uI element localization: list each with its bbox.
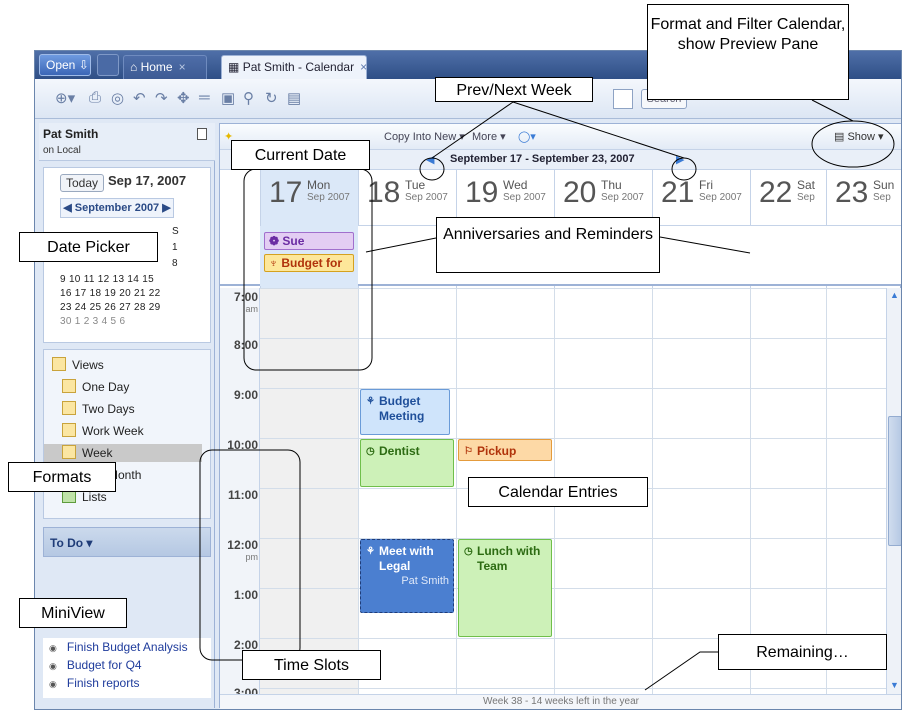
callout-calendar-entries: Calendar Entries xyxy=(468,477,648,507)
time-slots-outline xyxy=(199,449,301,661)
callout-line xyxy=(644,651,718,691)
callout-lines xyxy=(199,99,895,691)
callout-remaining: Remaining… xyxy=(718,634,887,670)
current-date-outline xyxy=(243,168,373,371)
callout-anniversaries: Anniversaries and Reminders xyxy=(436,217,660,273)
callout-prev-next: Prev/Next Week xyxy=(435,77,593,102)
show-circle xyxy=(811,120,895,168)
callout-line xyxy=(512,101,685,159)
next-week-circle xyxy=(671,157,697,181)
callout-miniview: MiniView xyxy=(19,598,127,628)
callout-line xyxy=(811,99,854,122)
callout-line xyxy=(365,237,437,253)
callout-format-filter: Format and Filter Calendar, show Preview… xyxy=(647,4,849,100)
prev-week-circle xyxy=(419,157,445,181)
callout-line xyxy=(431,101,514,159)
callout-current-date: Current Date xyxy=(231,140,370,170)
callout-line xyxy=(659,236,751,254)
callout-date-picker: Date Picker xyxy=(19,232,158,262)
callout-formats: Formats xyxy=(8,462,116,492)
callout-time-slots: Time Slots xyxy=(242,650,381,680)
